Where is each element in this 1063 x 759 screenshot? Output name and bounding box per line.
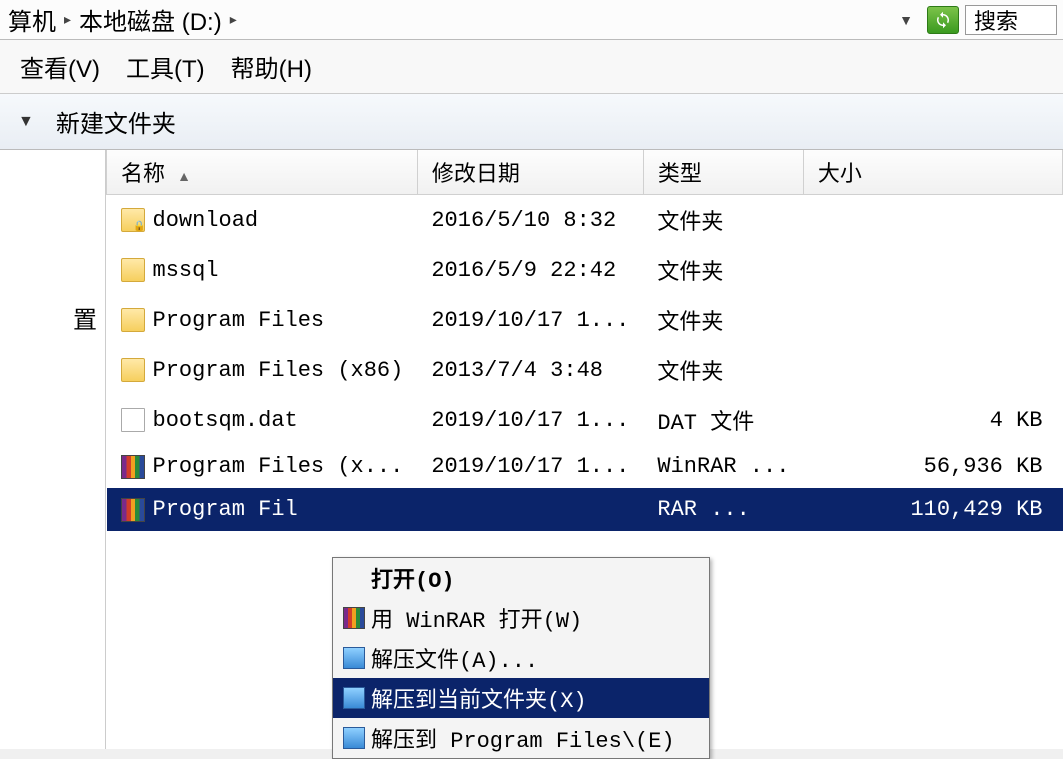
folder-icon [121, 258, 145, 282]
file-type-cell: 文件夹 [643, 195, 803, 246]
file-name-label: Program Files (x... [153, 454, 404, 479]
breadcrumb[interactable]: 算机 ▸ 本地磁盘 (D:) ▸ [6, 2, 899, 37]
context-menu-item[interactable]: 打开(O) [333, 558, 709, 598]
menu-help[interactable]: 帮助(H) [231, 49, 312, 84]
file-name-cell[interactable]: bootsqm.dat [107, 395, 418, 445]
context-menu-item[interactable]: 用 WinRAR 打开(W) [333, 598, 709, 638]
column-header-size[interactable]: 大小 [803, 150, 1062, 195]
file-name-cell[interactable]: Program Files [107, 295, 418, 345]
file-date-cell: 2016/5/9 22:42 [417, 245, 643, 295]
navigation-pane[interactable]: 置 [0, 150, 106, 749]
context-menu-label: 解压到 Program Files\(E) [371, 722, 675, 754]
column-label: 名称 [121, 161, 165, 186]
file-size-cell: 4 KB [803, 395, 1062, 445]
context-menu-label: 解压文件(A)... [371, 642, 538, 674]
address-bar: 算机 ▸ 本地磁盘 (D:) ▸ ▼ 搜索 [0, 0, 1063, 40]
file-name-label: Program Fil [153, 497, 298, 522]
chevron-down-icon[interactable]: ▼ [18, 113, 34, 131]
column-header-date[interactable]: 修改日期 [417, 150, 643, 195]
archive-icon [343, 607, 365, 629]
file-name-label: mssql [153, 258, 219, 283]
search-placeholder: 搜索 [974, 5, 1018, 35]
chevron-right-icon[interactable]: ▸ [228, 11, 239, 28]
file-date-cell: 2019/10/17 1... [417, 295, 643, 345]
file-date-cell: 2013/7/4 3:48 [417, 345, 643, 395]
file-name-label: bootsqm.dat [153, 408, 298, 433]
table-row[interactable]: download 2016/5/10 8:32文件夹 [107, 195, 1063, 246]
breadcrumb-part[interactable]: 算机 [6, 2, 58, 37]
sidebar-item-label[interactable]: 置 [0, 300, 97, 335]
file-size-cell [803, 345, 1062, 395]
chevron-down-icon[interactable]: ▼ [899, 12, 913, 28]
sort-ascending-icon: ▲ [177, 168, 191, 184]
column-header-name[interactable]: 名称 ▲ [107, 150, 418, 195]
file-date-cell: 2016/5/10 8:32 [417, 195, 643, 246]
new-folder-button[interactable]: 新建文件夹 [56, 104, 176, 139]
extract-icon [343, 727, 365, 749]
file-type-cell: DAT 文件 [643, 395, 803, 445]
context-menu-label: 打开(O) [371, 562, 455, 594]
context-menu-label: 解压到当前文件夹(X) [371, 682, 587, 714]
table-row[interactable]: mssql 2016/5/9 22:42文件夹 [107, 245, 1063, 295]
refresh-button[interactable] [927, 6, 959, 34]
context-menu-item[interactable]: 解压文件(A)... [333, 638, 709, 678]
extract-icon [343, 687, 365, 709]
context-menu-item[interactable]: 解压到当前文件夹(X) [333, 678, 709, 718]
file-size-cell: 110,429 KB [803, 488, 1062, 531]
archive-icon [121, 455, 145, 479]
folder-icon [121, 308, 145, 332]
file-size-cell [803, 245, 1062, 295]
column-header-type[interactable]: 类型 [643, 150, 803, 195]
file-type-cell: 文件夹 [643, 345, 803, 395]
chevron-right-icon[interactable]: ▸ [62, 11, 73, 28]
menu-tools[interactable]: 工具(T) [126, 49, 205, 84]
file-type-cell: 文件夹 [643, 245, 803, 295]
file-name-cell[interactable]: Program Fil [107, 488, 418, 531]
file-size-cell [803, 295, 1062, 345]
file-name-cell[interactable]: Program Files (x... [107, 445, 418, 488]
file-table: 名称 ▲ 修改日期 类型 大小 download2016/5/10 8:32文件… [106, 150, 1063, 531]
file-name-label: Program Files (x86) [153, 358, 404, 383]
file-name-cell[interactable]: download [107, 195, 418, 246]
file-date-cell: 2019/10/17 1... [417, 445, 643, 488]
menu-view[interactable]: 查看(V) [20, 49, 100, 84]
archive-icon [121, 498, 145, 522]
table-row[interactable]: Program Files 2019/10/17 1...文件夹 [107, 295, 1063, 345]
context-menu-item[interactable]: 解压到 Program Files\(E) [333, 718, 709, 758]
file-type-cell: RAR ... [643, 488, 803, 531]
toolbar: ▼ 新建文件夹 [0, 94, 1063, 150]
menu-bar: 查看(V) 工具(T) 帮助(H) [0, 40, 1063, 94]
file-name-label: Program Files [153, 308, 325, 333]
table-row[interactable]: bootsqm.dat 2019/10/17 1...DAT 文件4 KB [107, 395, 1063, 445]
file-date-cell [417, 488, 643, 531]
file-size-cell: 56,936 KB [803, 445, 1062, 488]
file-type-cell: WinRAR ... [643, 445, 803, 488]
breadcrumb-part[interactable]: 本地磁盘 (D:) [77, 2, 224, 37]
table-row[interactable]: Program Files (x... 2019/10/17 1...WinRAR… [107, 445, 1063, 488]
file-date-cell: 2019/10/17 1... [417, 395, 643, 445]
file-type-cell: 文件夹 [643, 295, 803, 345]
extract-icon [343, 647, 365, 669]
folder-icon [121, 208, 145, 232]
context-menu: 打开(O) 用 WinRAR 打开(W) 解压文件(A)... 解压到当前文件夹(X)… [332, 557, 710, 759]
file-name-cell[interactable]: Program Files (x86) [107, 345, 418, 395]
blank-icon [343, 567, 365, 589]
folder-icon [121, 358, 145, 382]
file-icon [121, 408, 145, 432]
file-size-cell [803, 195, 1062, 246]
search-input[interactable]: 搜索 [965, 5, 1057, 35]
file-name-label: download [153, 208, 259, 233]
context-menu-label: 用 WinRAR 打开(W) [371, 602, 582, 634]
file-name-cell[interactable]: mssql [107, 245, 418, 295]
table-row[interactable]: Program Files (x86) 2013/7/4 3:48文件夹 [107, 345, 1063, 395]
table-row[interactable]: Program Fil RAR ...110,429 KB [107, 488, 1063, 531]
refresh-icon [934, 11, 952, 29]
